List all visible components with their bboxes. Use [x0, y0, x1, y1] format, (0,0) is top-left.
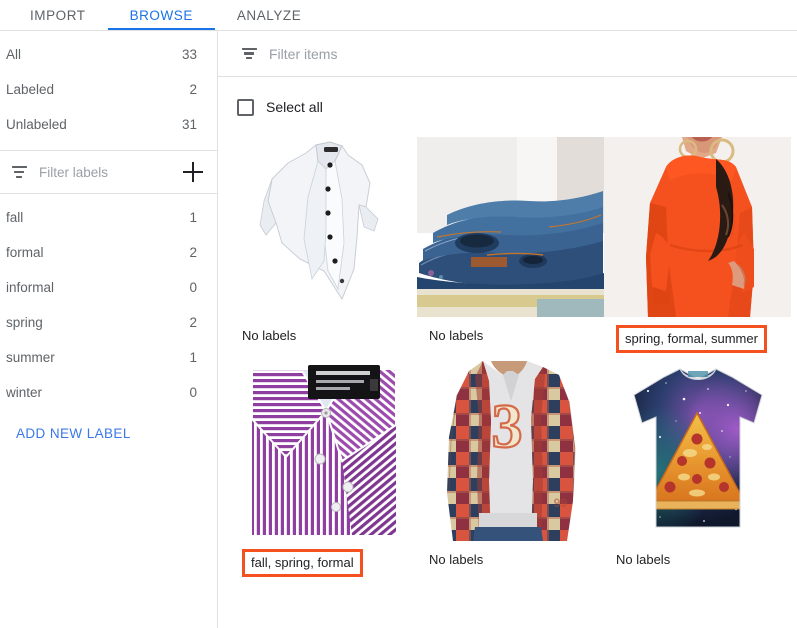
tab-bar: IMPORT BROWSE ANALYZE [0, 0, 797, 31]
item-thumbnail-plaid-shirt[interactable]: 3 99 [417, 361, 604, 541]
label-item-count: 1 [189, 210, 197, 225]
svg-text:99: 99 [554, 496, 568, 510]
item-thumbnail-galaxy-tee[interactable] [604, 361, 791, 541]
add-label-plus-icon[interactable] [183, 162, 203, 182]
filter-labels-bar: Filter labels [0, 150, 217, 194]
grid-item: No labels [230, 137, 417, 361]
add-new-label-button[interactable]: ADD NEW LABEL [0, 426, 217, 441]
filter-items-input[interactable]: Filter items [269, 46, 797, 62]
label-item-informal[interactable]: informal 0 [0, 270, 217, 305]
label-item-count: 0 [189, 385, 197, 400]
item-caption-row: fall, spring, formal [230, 541, 417, 585]
item-thumbnail-striped-shirt[interactable] [230, 361, 417, 541]
label-item-label: formal [6, 245, 189, 260]
item-grid: No labels [218, 137, 797, 585]
grid-item: fall, spring, formal [230, 361, 417, 585]
select-all-row[interactable]: Select all [218, 77, 797, 137]
filter-icon [8, 161, 30, 183]
grid-item: spring, formal, summer [604, 137, 791, 361]
label-item-winter[interactable]: winter 0 [0, 375, 217, 410]
label-item-count: 0 [189, 280, 197, 295]
item-caption: spring, formal, summer [616, 325, 767, 353]
label-item-summer[interactable]: summer 1 [0, 340, 217, 375]
sidebar-item-labeled-count: 2 [189, 82, 197, 97]
sidebar-sets: All 33 Labeled 2 Unlabeled 31 [0, 31, 217, 142]
sidebar-item-unlabeled[interactable]: Unlabeled 31 [0, 107, 217, 142]
tab-import[interactable]: IMPORT [8, 0, 108, 30]
tab-browse[interactable]: BROWSE [108, 0, 215, 30]
label-item-count: 2 [189, 245, 197, 260]
item-caption-row: No labels [417, 541, 604, 585]
select-all-label: Select all [266, 99, 323, 115]
item-caption: No labels [604, 541, 791, 589]
item-caption: No labels [230, 317, 417, 365]
item-caption-row: No labels [604, 541, 791, 585]
item-thumbnail-white-shirt[interactable] [230, 137, 417, 317]
sidebar-item-labeled[interactable]: Labeled 2 [0, 72, 217, 107]
item-caption: No labels [417, 541, 604, 589]
item-thumbnail-jeans-stack[interactable] [417, 137, 604, 317]
sidebar-item-all-count: 33 [182, 47, 197, 62]
label-item-fall[interactable]: fall 1 [0, 200, 217, 235]
sidebar-item-labeled-label: Labeled [6, 82, 189, 97]
tab-browse-label: BROWSE [130, 8, 193, 23]
grid-item: 3 99 No labels [417, 361, 604, 585]
sidebar-item-unlabeled-label: Unlabeled [6, 117, 182, 132]
label-item-label: winter [6, 385, 189, 400]
item-caption-row: No labels [417, 317, 604, 361]
label-item-formal[interactable]: formal 2 [0, 235, 217, 270]
sidebar-item-all-label: All [6, 47, 182, 62]
tab-analyze[interactable]: ANALYZE [215, 0, 323, 30]
grid-item: No labels [604, 361, 791, 585]
item-thumbnail-orange-dress[interactable] [604, 137, 791, 317]
label-item-label: spring [6, 315, 189, 330]
sidebar-item-all[interactable]: All 33 [0, 37, 217, 72]
item-caption: fall, spring, formal [242, 549, 363, 577]
sidebar-item-unlabeled-count: 31 [182, 117, 197, 132]
sidebar: All 33 Labeled 2 Unlabeled 31 Filter lab… [0, 31, 218, 628]
filter-items-bar: Filter items [218, 31, 797, 77]
label-item-label: informal [6, 280, 189, 295]
label-item-count: 1 [189, 350, 197, 365]
item-caption: No labels [417, 317, 604, 365]
label-item-label: summer [6, 350, 189, 365]
grid-item: No labels [417, 137, 604, 361]
label-item-count: 2 [189, 315, 197, 330]
item-caption-row: spring, formal, summer [604, 317, 791, 361]
item-caption-row: No labels [230, 317, 417, 361]
filter-labels-input[interactable]: Filter labels [39, 165, 183, 180]
main-panel: Filter items Select all [218, 31, 797, 628]
label-item-label: fall [6, 210, 189, 225]
tab-import-label: IMPORT [30, 8, 86, 23]
tab-analyze-label: ANALYZE [237, 8, 301, 23]
select-all-checkbox[interactable] [237, 99, 254, 116]
label-list: fall 1 formal 2 informal 0 spring 2 summ… [0, 194, 217, 410]
label-item-spring[interactable]: spring 2 [0, 305, 217, 340]
page-body: All 33 Labeled 2 Unlabeled 31 Filter lab… [0, 31, 797, 628]
svg-text:3: 3 [492, 393, 523, 461]
filter-icon [238, 43, 260, 65]
